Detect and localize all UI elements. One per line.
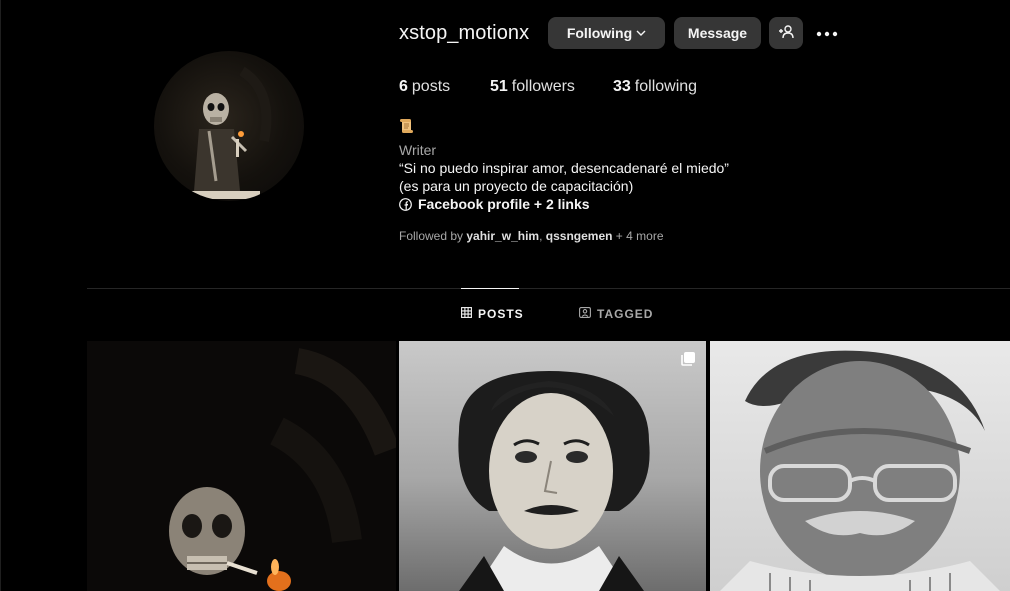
following-count: 33 — [613, 78, 631, 95]
followers-stat[interactable]: 51 followers — [490, 78, 575, 96]
bio-links-text: Facebook profile + 2 links — [418, 196, 590, 212]
post-image-old-man — [720, 350, 1000, 591]
scroll-icon — [399, 118, 729, 141]
post-image-skeleton — [169, 348, 396, 591]
message-button-label: Message — [687, 25, 748, 41]
following-button-label: Following — [566, 25, 633, 41]
tab-tagged-label: TAGGED — [597, 307, 654, 321]
post-image-portrait — [458, 371, 650, 591]
following-button[interactable]: Following — [548, 17, 665, 49]
bio-line-2: (es para un proyecto de capacitación) — [399, 178, 634, 194]
followed-by-more: + 4 more — [615, 229, 664, 243]
followed-by-user-1[interactable]: yahir_w_him — [466, 229, 539, 243]
following-stat[interactable]: 33 following — [613, 78, 697, 96]
tab-posts-label: POSTS — [478, 307, 524, 321]
chevron-down-icon — [636, 30, 646, 36]
tagged-icon — [579, 307, 597, 321]
profile-avatar[interactable] — [154, 51, 304, 201]
bio-category: Writer — [399, 142, 437, 158]
tab-tagged[interactable]: TAGGED — [579, 307, 653, 321]
facebook-icon — [399, 197, 412, 211]
avatar-image — [190, 66, 272, 199]
followers-count: 51 — [490, 78, 508, 95]
followed-by-separator: , — [539, 229, 543, 243]
tab-posts[interactable]: POSTS — [461, 307, 524, 321]
post-thumbnail-2[interactable] — [399, 341, 706, 591]
following-label: following — [634, 78, 698, 95]
followed-by-prefix: Followed by — [399, 229, 464, 243]
more-options-button[interactable] — [813, 22, 841, 44]
bio-links[interactable]: Facebook profile + 2 links — [399, 195, 729, 213]
posts-label: posts — [411, 78, 451, 95]
post-thumbnail-1[interactable] — [87, 341, 396, 591]
followed-by-user-2[interactable]: qssngemen — [546, 229, 613, 243]
more-icon — [816, 24, 838, 42]
active-tab-indicator — [461, 288, 519, 289]
profile-username: xstop_motionx — [399, 22, 530, 44]
posts-count: 6 — [399, 78, 408, 95]
grid-icon — [461, 307, 478, 321]
message-button[interactable]: Message — [674, 17, 761, 49]
bio-line-1: “Si no puedo inspirar amor, desencadenar… — [399, 160, 729, 176]
carousel-icon — [680, 351, 696, 372]
left-edge-line — [0, 0, 1, 591]
add-user-icon — [778, 24, 794, 42]
followers-label: followers — [511, 78, 575, 95]
followed-by[interactable]: Followed by yahir_w_him, qssngemen + 4 m… — [399, 229, 664, 243]
profile-bio: Writer “Si no puedo inspirar amor, desen… — [399, 118, 729, 213]
tabs-divider — [87, 288, 1010, 289]
posts-stat: 6 posts — [399, 78, 450, 96]
add-user-button[interactable] — [769, 17, 803, 49]
post-thumbnail-3[interactable] — [710, 341, 1010, 591]
